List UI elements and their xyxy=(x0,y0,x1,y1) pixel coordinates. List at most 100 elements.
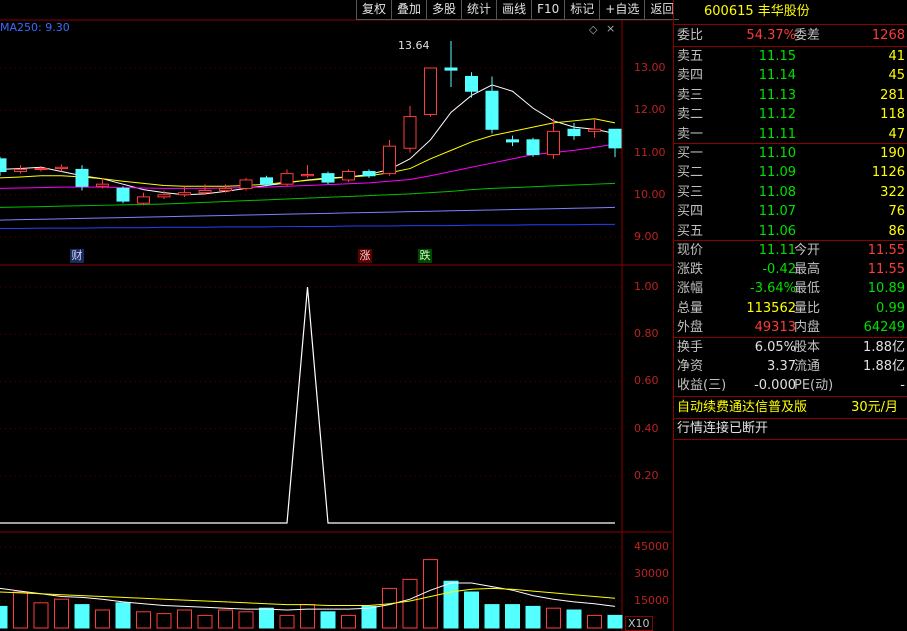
bids-row[interactable]: 买四 11.07 76 xyxy=(674,202,907,221)
candle-body xyxy=(588,128,601,132)
candle-body xyxy=(157,194,171,198)
price_axis-tick: 12.00 xyxy=(634,103,666,117)
info-value: 1.88亿 xyxy=(863,359,905,375)
info-row: 收益(三) -0.000 PE(动) - xyxy=(674,376,907,395)
close-icon[interactable]: × xyxy=(606,22,615,35)
marker-cai[interactable]: 财 xyxy=(70,249,84,263)
volume-bar xyxy=(484,604,500,629)
stat-row: 总量 113562 量比 0.99 xyxy=(674,299,907,318)
stat-value: 11.55 xyxy=(867,262,905,278)
stat-label: 内盘 xyxy=(794,319,821,335)
toolbar-button-7[interactable]: +自选 xyxy=(599,0,645,20)
indicator_axis-tick: 0.40 xyxy=(634,421,659,435)
candle-body xyxy=(526,139,540,156)
volume-bar xyxy=(423,559,438,629)
stat-value: -0.42 xyxy=(762,262,796,278)
ma120-line xyxy=(0,206,616,221)
toolbar-button-4[interactable]: 画线 xyxy=(496,0,532,20)
asks-label: 卖五 xyxy=(677,49,704,64)
bids-label: 买四 xyxy=(677,204,704,220)
volume-bar xyxy=(238,611,254,629)
volume-bar xyxy=(54,598,69,629)
candle-body xyxy=(321,173,335,183)
candle-body xyxy=(75,168,89,187)
info-value: 1.88亿 xyxy=(863,340,905,355)
asks-price: 11.14 xyxy=(758,68,796,84)
stat-label: 现价 xyxy=(677,243,704,258)
asks-volume: 118 xyxy=(880,107,905,123)
candle-body xyxy=(362,171,376,177)
stat-value: 113562 xyxy=(746,300,796,316)
candle-body xyxy=(178,192,191,196)
stat-value: 49313 xyxy=(754,319,796,335)
asks-label: 卖四 xyxy=(677,68,704,84)
toolbar-button-5[interactable]: F10 xyxy=(531,0,565,20)
bids-row[interactable]: 买五 11.06 86 xyxy=(674,222,907,241)
price_axis-tick: 13.00 xyxy=(634,61,666,74)
settings-icon[interactable]: ◇ xyxy=(589,23,597,36)
bids-label: 买三 xyxy=(677,184,704,200)
stat-value: 11.11 xyxy=(758,243,796,258)
asks-row[interactable]: 卖二 11.12 118 xyxy=(674,105,907,124)
bids-price: 11.07 xyxy=(758,204,796,220)
bids-row[interactable]: 买一 11.10 190 xyxy=(674,144,907,163)
volume-bar xyxy=(115,602,131,629)
weibi-value: 54.37% xyxy=(746,28,796,43)
asks-row[interactable]: 卖一 11.11 47 xyxy=(674,125,907,144)
candle-body xyxy=(96,183,109,187)
candle-body xyxy=(260,177,273,185)
stat-value: 64249 xyxy=(863,319,905,335)
stat-value: 11.55 xyxy=(867,243,905,258)
bids-price: 11.09 xyxy=(758,165,796,181)
toolbar-button-0[interactable]: 复权 xyxy=(356,0,392,20)
stat-label: 最高 xyxy=(794,262,821,278)
marker-die[interactable]: 跌 xyxy=(418,249,432,263)
toolbar-button-6[interactable]: 标记 xyxy=(564,0,600,20)
volume-bar xyxy=(259,607,274,629)
toolbar-button-3[interactable]: 统计 xyxy=(461,0,497,20)
candle-body xyxy=(567,128,581,137)
volume-bar xyxy=(74,604,90,629)
volume-bar xyxy=(587,614,602,629)
bids-row[interactable]: 买二 11.09 1126 xyxy=(674,163,907,182)
bids-price: 11.06 xyxy=(758,223,796,239)
candle-body xyxy=(14,168,27,173)
toolbar-button-1[interactable]: 叠加 xyxy=(391,0,427,20)
asks-row[interactable]: 卖四 11.14 45 xyxy=(674,66,907,85)
bids-label: 买一 xyxy=(677,146,704,161)
indicator_axis-tick: 0.80 xyxy=(634,327,659,341)
stat-row: 现价 11.11 今开 11.55 xyxy=(674,241,907,260)
status-row: 行情连接已断开 xyxy=(674,419,907,438)
volume-bar xyxy=(197,614,213,629)
quote-panel: 600615 丰华股份 委比 54.37% 委差 1268 卖五 11.15 41 卖… xyxy=(673,0,907,631)
volume-bar xyxy=(95,609,110,629)
ad-price[interactable]: 30元/月 xyxy=(851,398,898,417)
bids-row[interactable]: 买三 11.08 322 xyxy=(674,183,907,202)
candle-body xyxy=(403,116,417,149)
ad-row[interactable]: 自动续费通达信普及版 30元/月 xyxy=(674,398,907,417)
stock-title-row: 600615 丰华股份 xyxy=(674,2,907,21)
connection-status: 行情连接已断开 xyxy=(677,421,769,436)
bids-label: 买二 xyxy=(677,165,704,181)
toolbar-button-2[interactable]: 多股 xyxy=(426,0,462,20)
volume-bar xyxy=(382,587,397,629)
candle-body xyxy=(485,90,499,130)
stat-value: 0.99 xyxy=(876,300,905,316)
marker-zhang[interactable]: 涨 xyxy=(358,249,372,263)
asks-row[interactable]: 卖五 11.15 41 xyxy=(674,47,907,66)
chart-svg[interactable] xyxy=(0,0,672,631)
stat-row: 涨幅 -3.64% 最低 10.89 xyxy=(674,279,907,298)
asks-label: 卖三 xyxy=(677,87,704,103)
info-value: 6.05% xyxy=(754,340,796,355)
candle-body xyxy=(34,168,48,171)
indicator_axis-tick: 0.20 xyxy=(634,468,659,482)
candle-body xyxy=(444,67,458,71)
asks-row[interactable]: 卖三 11.13 281 xyxy=(674,86,907,105)
chart-area[interactable]: MA250: 9.30 13.64 ◇ × 财 涨 跌 13.00 12.00 11… xyxy=(0,0,672,631)
candle-body xyxy=(424,67,437,115)
indicator_axis-tick: 1.00 xyxy=(634,280,659,293)
info-label: 股本 xyxy=(794,340,821,355)
ad-text[interactable]: 自动续费通达信普及版 xyxy=(677,398,807,417)
toolbar: 复权 叠加 多股 统计 画线 F10 标记 +自选 返回 xyxy=(356,0,680,20)
stat-label: 今开 xyxy=(794,243,821,258)
